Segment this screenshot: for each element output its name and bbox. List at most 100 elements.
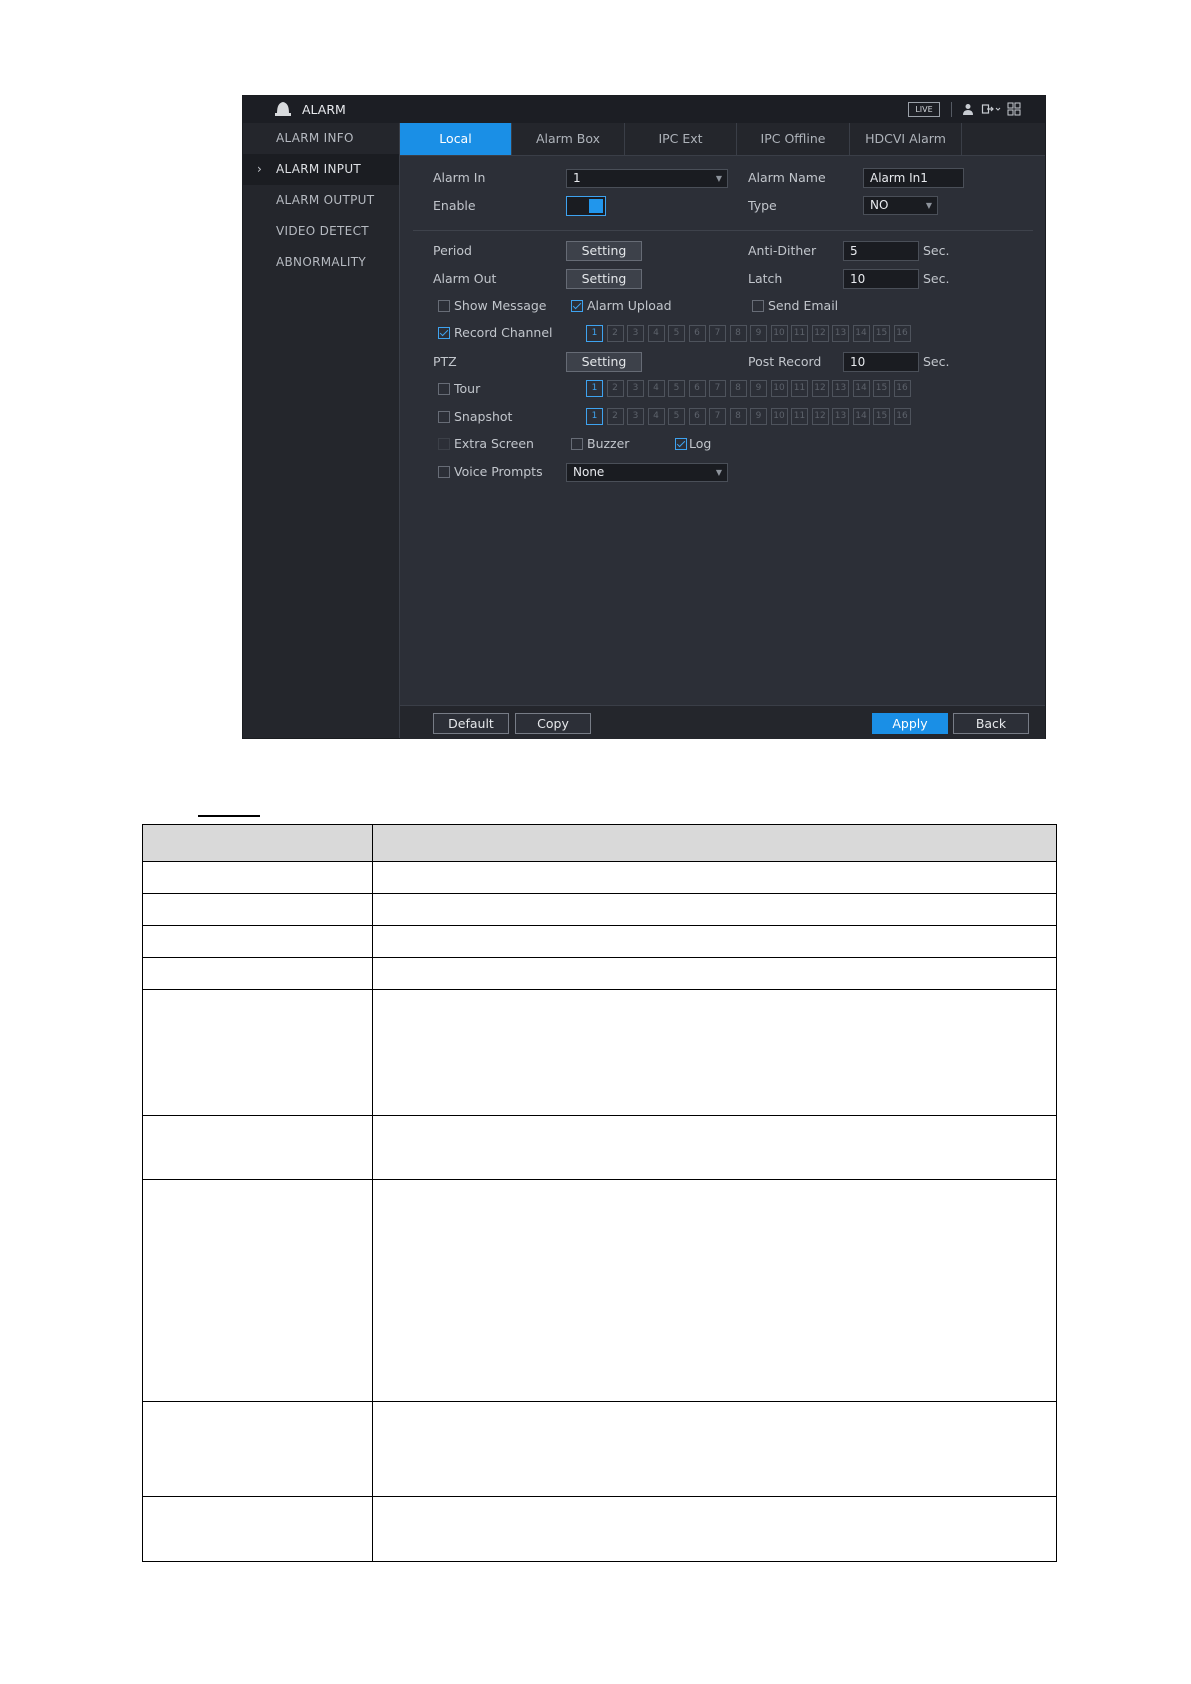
channel-6-toggle[interactable]: 6: [688, 408, 706, 425]
snapshot-checkbox[interactable]: [438, 411, 450, 423]
alarm-in-select[interactable]: 1 ▼: [566, 169, 728, 188]
buzzer-checkbox[interactable]: [571, 438, 583, 450]
title-divider: [951, 102, 952, 117]
channel-13-toggle[interactable]: 13: [832, 325, 849, 342]
user-icon[interactable]: [961, 102, 975, 116]
anti-dither-input[interactable]: 5: [843, 241, 919, 261]
grid-menu-icon[interactable]: [1007, 102, 1021, 116]
voice-prompts-checkbox[interactable]: [438, 466, 450, 478]
channel-16-toggle[interactable]: 16: [893, 380, 911, 397]
enable-toggle[interactable]: [566, 196, 606, 216]
channel-3-toggle[interactable]: 3: [627, 325, 644, 342]
type-select[interactable]: NO ▼: [863, 196, 938, 215]
channel-16-toggle[interactable]: 16: [893, 408, 911, 425]
alarm-name-input[interactable]: Alarm In1: [863, 168, 964, 188]
record-channel-checkbox[interactable]: [438, 327, 450, 339]
ptz-setting-button[interactable]: Setting: [566, 352, 642, 372]
default-button[interactable]: Default: [433, 713, 509, 734]
channel-15-toggle[interactable]: 15: [873, 325, 890, 342]
channel-11-toggle[interactable]: 11: [791, 325, 808, 342]
voice-prompts-value: None: [573, 465, 605, 479]
channel-12-toggle[interactable]: 12: [811, 380, 829, 397]
channel-13-toggle[interactable]: 13: [832, 408, 849, 425]
tab-hdcvi-alarm[interactable]: HDCVI Alarm: [850, 123, 962, 155]
channel-4-toggle[interactable]: 4: [647, 408, 665, 425]
sidebar-item-alarm-output[interactable]: ALARM OUTPUT: [243, 185, 399, 216]
channel-9-toggle[interactable]: 9: [750, 325, 767, 342]
send-email-label: Send Email: [768, 298, 839, 313]
ptz-label: PTZ: [433, 354, 457, 369]
channel-6-toggle[interactable]: 6: [688, 380, 706, 397]
latch-input[interactable]: 10: [843, 269, 919, 289]
channel-11-toggle[interactable]: 11: [791, 408, 808, 425]
channel-9-toggle[interactable]: 9: [750, 380, 767, 397]
channel-5-toggle[interactable]: 5: [668, 408, 685, 425]
channel-10-toggle[interactable]: 10: [770, 325, 788, 342]
alarm-out-setting-button[interactable]: Setting: [566, 269, 642, 289]
table-row: [142, 990, 1057, 1116]
channel-12-toggle[interactable]: 12: [811, 325, 829, 342]
enable-label: Enable: [433, 198, 476, 213]
channel-8-toggle[interactable]: 8: [729, 380, 747, 397]
show-message-checkbox[interactable]: [438, 300, 450, 312]
post-record-input[interactable]: 10: [843, 352, 919, 372]
post-record-label: Post Record: [748, 354, 822, 369]
tab-ipc-offline[interactable]: IPC Offline: [737, 123, 850, 155]
channel-14-toggle[interactable]: 14: [852, 325, 870, 342]
channel-16-toggle[interactable]: 16: [893, 325, 911, 342]
channel-14-toggle[interactable]: 14: [852, 380, 870, 397]
channel-3-toggle[interactable]: 3: [627, 408, 644, 425]
table-border-left: [142, 824, 143, 1562]
channel-10-toggle[interactable]: 10: [770, 408, 788, 425]
channel-15-toggle[interactable]: 15: [873, 408, 890, 425]
live-button[interactable]: LIVE: [908, 102, 940, 117]
sidebar-item-video-detect[interactable]: VIDEO DETECT: [243, 216, 399, 247]
sidebar-item-abnormality[interactable]: ABNORMALITY: [243, 247, 399, 278]
channel-7-toggle[interactable]: 7: [709, 408, 726, 425]
back-button[interactable]: Back: [953, 713, 1029, 734]
channel-11-toggle[interactable]: 11: [791, 380, 808, 397]
send-email-checkbox[interactable]: [752, 300, 764, 312]
tab-local[interactable]: Local: [400, 123, 512, 155]
tab-ipc-ext[interactable]: IPC Ext: [625, 123, 737, 155]
channel-8-toggle[interactable]: 8: [729, 325, 747, 342]
channel-2-toggle[interactable]: 2: [606, 325, 624, 342]
channel-2-toggle[interactable]: 2: [606, 408, 624, 425]
sidebar-item-alarm-info[interactable]: ALARM INFO: [243, 123, 399, 154]
alarm-upload-checkbox[interactable]: [571, 300, 583, 312]
apply-button[interactable]: Apply: [872, 713, 948, 734]
channel-1-toggle[interactable]: 1: [586, 325, 603, 342]
logout-icon[interactable]: [981, 102, 1001, 116]
channel-1-toggle[interactable]: 1: [586, 408, 603, 425]
tab-alarm-box[interactable]: Alarm Box: [512, 123, 625, 155]
channel-8-toggle[interactable]: 8: [729, 408, 747, 425]
channel-12-toggle[interactable]: 12: [811, 408, 829, 425]
channel-9-toggle[interactable]: 9: [750, 408, 767, 425]
copy-button[interactable]: Copy: [515, 713, 591, 734]
channel-13-toggle[interactable]: 13: [832, 380, 849, 397]
channel-15-toggle[interactable]: 15: [873, 380, 890, 397]
table-header-row: [142, 824, 1057, 862]
channel-3-toggle[interactable]: 3: [627, 380, 644, 397]
sidebar-item-alarm-input[interactable]: › ALARM INPUT: [243, 154, 399, 185]
period-setting-button[interactable]: Setting: [566, 241, 642, 261]
log-checkbox[interactable]: [675, 438, 687, 450]
channel-4-toggle[interactable]: 4: [647, 325, 665, 342]
channel-4-toggle[interactable]: 4: [647, 380, 665, 397]
latch-unit: Sec.: [923, 271, 950, 286]
alarm-upload-label: Alarm Upload: [587, 298, 672, 313]
channel-5-toggle[interactable]: 5: [668, 325, 685, 342]
voice-prompts-select[interactable]: None ▼: [566, 463, 728, 482]
channel-6-toggle[interactable]: 6: [688, 325, 706, 342]
channel-1-toggle[interactable]: 1: [586, 380, 603, 397]
table-row: [142, 1402, 1057, 1497]
alarm-window: ALARM LIVE ALARM INFO › ALARM INPUT ALARM…: [242, 95, 1046, 739]
channel-10-toggle[interactable]: 10: [770, 380, 788, 397]
extra-screen-checkbox[interactable]: [438, 438, 450, 450]
channel-5-toggle[interactable]: 5: [668, 380, 685, 397]
channel-7-toggle[interactable]: 7: [709, 380, 726, 397]
channel-2-toggle[interactable]: 2: [606, 380, 624, 397]
channel-7-toggle[interactable]: 7: [709, 325, 726, 342]
channel-14-toggle[interactable]: 14: [852, 408, 870, 425]
tour-checkbox[interactable]: [438, 383, 450, 395]
